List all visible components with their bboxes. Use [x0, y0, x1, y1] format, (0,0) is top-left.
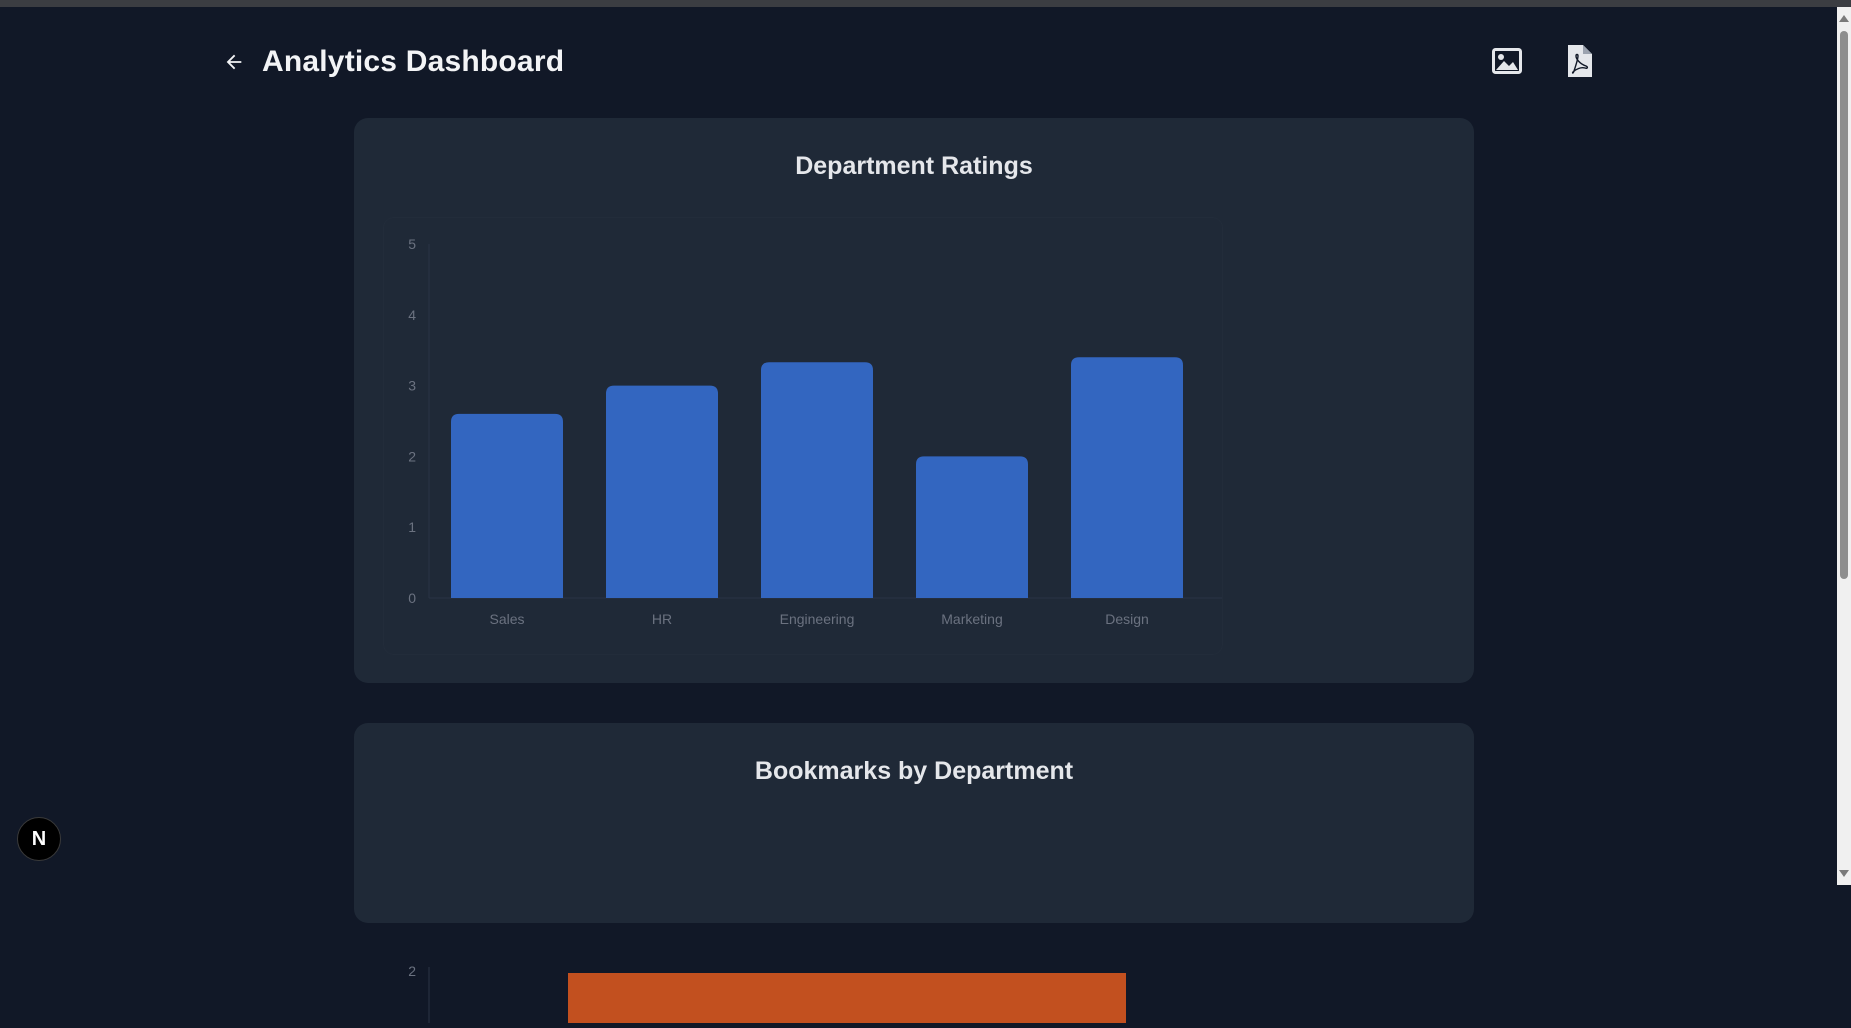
bookmarks-chart: 2: [408, 963, 1126, 1028]
bar: [451, 413, 563, 598]
browser-top-strip: [0, 0, 1851, 7]
x-tick-label: Sales: [489, 611, 524, 627]
y-tick-label: 3: [408, 378, 416, 394]
y-tick-label: 4: [408, 307, 416, 323]
chart-frame: 2: [384, 823, 1222, 1028]
y-tick-label: 5: [408, 236, 416, 252]
vertical-scrollbar[interactable]: [1837, 7, 1851, 885]
next-dev-badge[interactable]: N: [17, 817, 61, 861]
back-button[interactable]: [220, 48, 248, 76]
bar: [568, 973, 1126, 1028]
scroll-thumb[interactable]: [1840, 31, 1848, 579]
department-ratings-card: Department Ratings 0 1 2 3 4 5 Sales HR Engineer…: [354, 118, 1474, 683]
x-tick-label: Engineering: [780, 611, 855, 627]
x-tick-label: Marketing: [941, 611, 1002, 627]
page-header: Analytics Dashboard: [220, 40, 564, 84]
y-tick-label: 2: [408, 963, 416, 979]
scroll-down-arrow-icon[interactable]: [1839, 870, 1849, 877]
pdf-file-icon: [1568, 45, 1592, 77]
arrow-left-icon: [226, 54, 242, 70]
bar: [1071, 357, 1183, 598]
export-image-button[interactable]: [1490, 44, 1524, 78]
bar: [606, 385, 718, 598]
image-icon: [1492, 48, 1522, 74]
y-tick-label: 1: [408, 519, 416, 535]
bar: [761, 362, 873, 598]
y-tick-label: 0: [408, 590, 416, 606]
department-ratings-chart: 0 1 2 3 4 5 Sales HR Engineering Marketing Design: [408, 236, 1222, 627]
page-title: Analytics Dashboard: [262, 45, 565, 78]
bookmarks-card: Bookmarks by Department 2: [354, 723, 1474, 1028]
bar: [916, 456, 1028, 598]
chart-title: Department Ratings: [795, 152, 1033, 180]
x-tick-label: HR: [652, 611, 672, 627]
header-actions: [1490, 44, 1596, 78]
export-pdf-button[interactable]: [1562, 44, 1596, 78]
x-tick-label: Design: [1105, 611, 1149, 627]
y-tick-label: 2: [408, 448, 416, 464]
chart-frame: 0 1 2 3 4 5 Sales HR Engineering Marketing Design: [384, 218, 1222, 654]
scroll-up-arrow-icon[interactable]: [1839, 15, 1849, 22]
chart-title: Bookmarks by Department: [754, 757, 1074, 785]
